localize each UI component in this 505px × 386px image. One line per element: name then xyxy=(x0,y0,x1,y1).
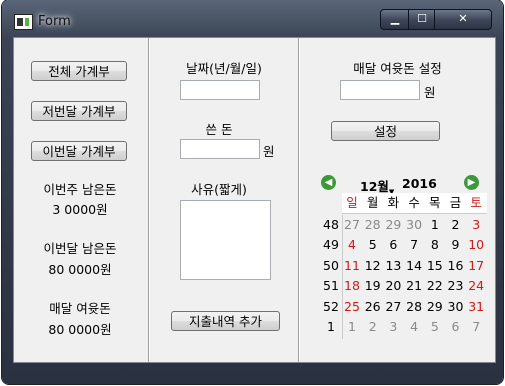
calendar-day[interactable]: 3 xyxy=(466,215,486,235)
calendar-day[interactable]: 4 xyxy=(404,317,424,337)
week-number: 50 xyxy=(323,257,339,273)
calendar-day[interactable]: 30 xyxy=(446,297,466,317)
weekday-header: 일 xyxy=(346,195,358,210)
weekday-header: 금 xyxy=(449,195,462,210)
minimize-button[interactable]: ▁ xyxy=(380,9,410,30)
calendar-day[interactable]: 1 xyxy=(425,215,445,235)
maximize-icon: ☐ xyxy=(417,12,427,25)
form-client-area: 전체 가계부 저번달 가계부 이번달 가계부 이번주 남은돈 3 0000원 이… xyxy=(13,37,496,363)
weekday-header: 토 xyxy=(470,195,482,210)
date-input[interactable] xyxy=(180,80,260,100)
add-expense-button[interactable]: 지출내역 추가 xyxy=(171,311,280,331)
calendar-day[interactable]: 29 xyxy=(383,215,403,235)
weekday-header: 수 xyxy=(408,195,420,210)
monthly-spare-value: 80 0000원 xyxy=(48,322,112,337)
calendar-day[interactable]: 31 xyxy=(466,297,486,317)
calendar-day[interactable]: 12 xyxy=(363,256,383,276)
title-bar[interactable]: Form ▁ ☐ ✕ xyxy=(2,0,503,36)
calendar-day[interactable]: 27 xyxy=(342,215,362,235)
last-month-ledger-button[interactable]: 저번달 가계부 xyxy=(31,101,127,121)
all-ledger-button[interactable]: 전체 가계부 xyxy=(31,61,127,81)
calendar-day[interactable]: 16 xyxy=(446,256,466,276)
this-month-remaining-label: 이번달 남은돈 xyxy=(43,241,117,256)
calendar-day[interactable]: 1 xyxy=(342,317,362,337)
calendar-day[interactable]: 4 xyxy=(342,235,362,255)
calendar-day[interactable]: 15 xyxy=(425,256,445,276)
window-title: Form xyxy=(38,14,71,29)
prev-month-button[interactable]: ◀ xyxy=(321,175,336,190)
date-label: 날짜(년/월/일) xyxy=(186,61,262,76)
calendar-day[interactable]: 5 xyxy=(425,317,445,337)
left-divider xyxy=(148,38,150,362)
calendar-grid: 48 27 28 29 30 1 2 3 49 4 5 6 7 8 9 10 50 11 12 13 14 15 16 17 5… xyxy=(320,215,490,339)
calendar-day[interactable]: 30 xyxy=(404,215,424,235)
calendar-day[interactable]: 14 xyxy=(404,256,424,276)
calendar-day[interactable]: 6 xyxy=(383,235,403,255)
calendar-day[interactable]: 6 xyxy=(446,317,466,337)
calendar-day[interactable]: 18 xyxy=(342,276,362,296)
calendar-day[interactable]: 7 xyxy=(404,235,424,255)
calendar-year-label[interactable]: 2016 xyxy=(402,176,437,191)
weekday-header: 월 xyxy=(366,195,379,210)
calendar-day[interactable]: 8 xyxy=(425,235,445,255)
calendar-day[interactable]: 10 xyxy=(466,235,486,255)
calendar-day[interactable]: 28 xyxy=(363,215,383,235)
calendar-day[interactable]: 20 xyxy=(383,276,403,296)
calendar-day[interactable]: 9 xyxy=(446,235,466,255)
spent-unit-label: 원 xyxy=(263,144,275,159)
maximize-button[interactable]: ☐ xyxy=(408,9,436,30)
calendar-day[interactable]: 29 xyxy=(425,297,445,317)
calendar-day[interactable]: 22 xyxy=(425,276,445,296)
week-number: 49 xyxy=(323,237,339,253)
minimize-icon: ▁ xyxy=(390,12,400,25)
spent-amount-input[interactable] xyxy=(180,139,260,159)
close-button[interactable]: ✕ xyxy=(434,9,492,30)
right-divider xyxy=(298,38,300,362)
app-icon xyxy=(14,14,33,30)
arrow-right-icon: ▶ xyxy=(467,177,476,188)
calendar-day[interactable]: 28 xyxy=(404,297,424,317)
this-month-ledger-button[interactable]: 이번달 가계부 xyxy=(31,141,127,161)
calendar-day[interactable]: 3 xyxy=(383,317,403,337)
week-number: 48 xyxy=(323,217,339,232)
app-window: Form ▁ ☐ ✕ 전체 가계부 저번달 가계부 이번달 가계부 이번주 남은… xyxy=(2,0,503,384)
calendar-day[interactable]: 23 xyxy=(446,276,466,296)
reason-textarea[interactable] xyxy=(180,200,271,280)
calendar-weekday-row: 일월화수목금토 xyxy=(342,193,487,214)
calendar-day[interactable]: 25 xyxy=(342,297,362,317)
calendar-day[interactable]: 26 xyxy=(363,297,383,317)
this-month-remaining-value: 80 0000원 xyxy=(48,262,112,277)
monthly-setting-label: 매달 여윳돈 설정 xyxy=(353,61,442,76)
calendar-day[interactable]: 7 xyxy=(466,317,486,337)
monthly-setting-input[interactable] xyxy=(340,80,420,100)
week-number: 1 xyxy=(327,319,335,334)
calendar-day[interactable]: 21 xyxy=(404,276,424,296)
this-week-remaining-label: 이번주 남은돈 xyxy=(43,182,117,197)
set-button[interactable]: 설정 xyxy=(331,121,440,141)
week-number: 52 xyxy=(323,298,339,314)
next-month-button[interactable]: ▶ xyxy=(464,175,479,190)
month-calendar[interactable]: ◀ 12월▼ 2016 ▶ 일월화수목금토 48 27 28 29 30 1 2 3 49 4 5 6… xyxy=(320,175,496,358)
calendar-day[interactable]: 19 xyxy=(363,276,383,296)
calendar-day[interactable]: 27 xyxy=(383,297,403,317)
week-number: 51 xyxy=(323,278,339,294)
calendar-day[interactable]: 5 xyxy=(363,235,383,255)
calendar-day[interactable]: 2 xyxy=(446,215,466,235)
calendar-day[interactable]: 11 xyxy=(342,256,362,276)
weekday-header: 목 xyxy=(429,195,441,210)
setting-unit-label: 원 xyxy=(424,85,436,100)
arrow-left-icon: ◀ xyxy=(324,177,333,188)
calendar-day[interactable]: 13 xyxy=(383,256,403,276)
spent-label: 쓴 돈 xyxy=(205,122,233,137)
close-icon: ✕ xyxy=(458,12,468,25)
calendar-month-label: 12월 xyxy=(360,179,389,194)
monthly-spare-label: 매달 여윳돈 xyxy=(49,301,111,316)
calendar-day[interactable]: 24 xyxy=(466,276,486,296)
this-week-remaining-value: 3 0000원 xyxy=(52,202,108,217)
reason-label: 사유(짧게) xyxy=(191,182,247,197)
calendar-day[interactable]: 17 xyxy=(466,256,486,276)
calendar-day[interactable]: 2 xyxy=(363,317,383,337)
weekday-header: 화 xyxy=(387,195,400,210)
